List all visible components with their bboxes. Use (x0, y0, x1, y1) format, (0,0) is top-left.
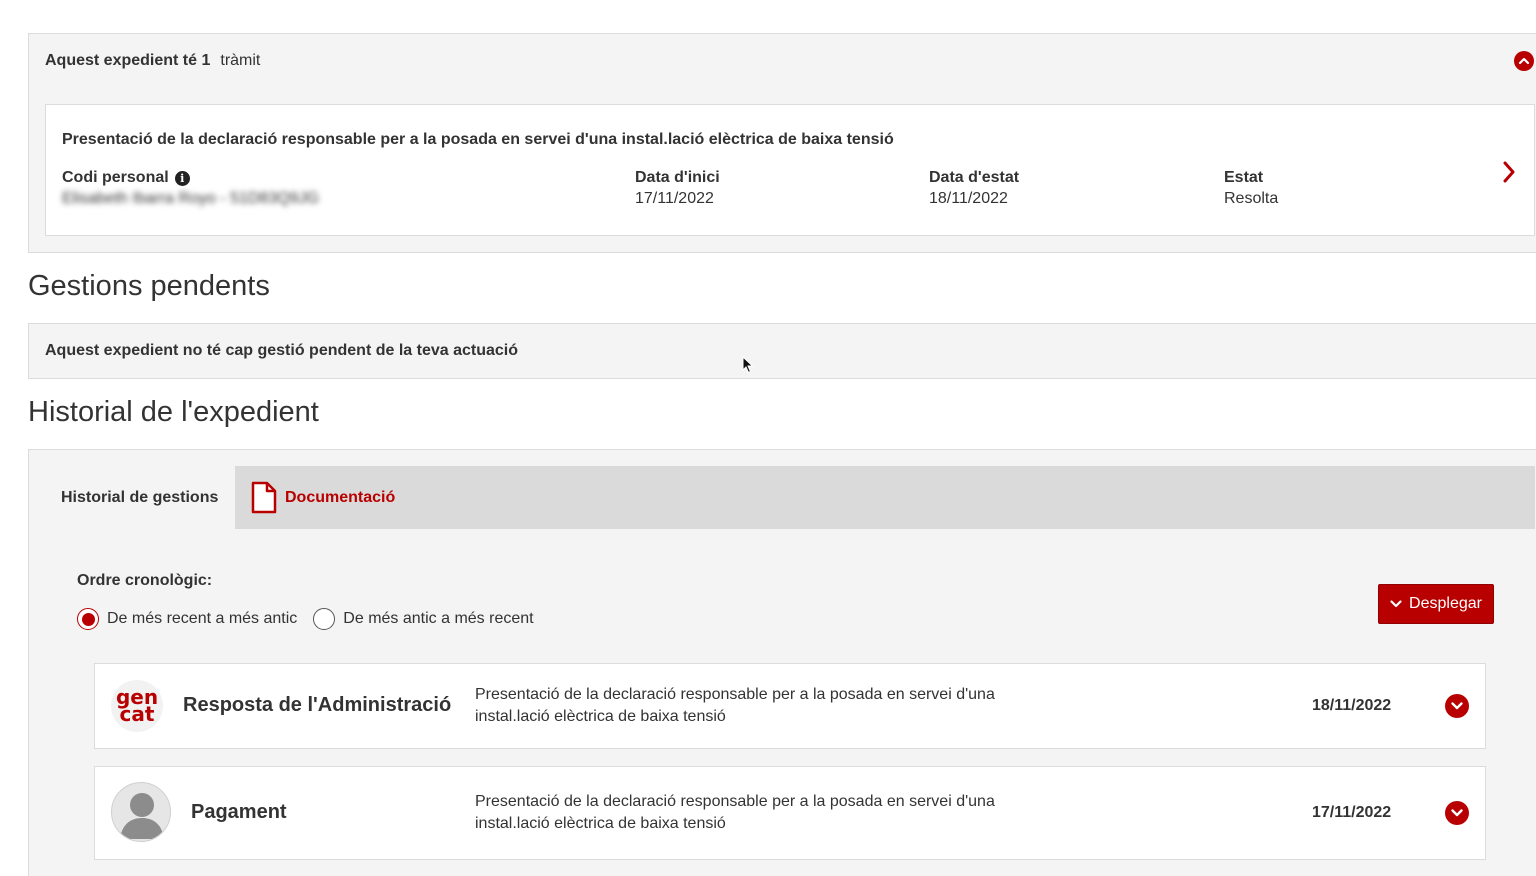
estat-value: Resolta (1224, 190, 1279, 207)
data-inici-label: Data d'inici (635, 169, 720, 186)
order-radio-group: De més recent a més antic De més antic a… (77, 608, 550, 630)
tab-documentacio[interactable]: Documentació (251, 466, 395, 529)
collapse-tramits-button[interactable] (1514, 51, 1534, 71)
historial-title: Historial de l'expedient (28, 396, 319, 428)
radio-oldest-first-control[interactable] (313, 608, 336, 630)
chevron-down-icon (1451, 809, 1463, 817)
tramit-card[interactable]: Presentació de la declaració responsable… (45, 104, 1535, 236)
historial-item-date: 17/11/2022 (1312, 804, 1392, 821)
historial-panel: Historial de gestions Documentació Ordre… (28, 449, 1536, 876)
data-inici-column: Data d'inici 17/11/2022 (635, 169, 720, 208)
gestions-pendents-panel: Aquest expedient no té cap gestió penden… (28, 323, 1536, 379)
radio-recent-first-control[interactable] (77, 608, 99, 630)
radio-oldest-first-label: De més antic a més recent (343, 610, 534, 627)
tab-historial-gestions[interactable]: Historial de gestions (45, 466, 235, 529)
tramits-heading: Aquest expedient té 1 tràmit (45, 52, 260, 70)
historial-tabbar: Historial de gestions Documentació (45, 466, 1535, 529)
codi-personal-label: Codi personal (62, 169, 169, 186)
chevron-down-icon (1390, 600, 1402, 608)
mouse-cursor-icon (742, 355, 754, 379)
historial-item-description: Presentació de la declaració responsable… (475, 686, 995, 725)
desplegar-button[interactable]: Desplegar (1378, 584, 1494, 624)
info-icon[interactable]: i (174, 170, 190, 186)
tramits-heading-rest: tràmit (220, 52, 261, 69)
data-estat-column: Data d'estat 18/11/2022 (929, 169, 1019, 208)
chevron-down-icon (1451, 702, 1463, 710)
expand-item-button[interactable] (1445, 694, 1469, 718)
desplegar-label: Desplegar (1409, 595, 1482, 612)
order-label: Ordre cronològic: (77, 572, 213, 589)
gencat-logo-bottom: cat (119, 702, 155, 726)
gestions-pendents-message: Aquest expedient no té cap gestió penden… (45, 342, 518, 359)
radio-recent-first-label: De més recent a més antic (107, 610, 298, 627)
codi-personal-column: Codi personal i Elisabeth Ibarra Royo - … (62, 169, 319, 208)
historial-item-description: Presentació de la declaració responsable… (475, 793, 995, 832)
document-icon (251, 481, 277, 514)
chevron-right-icon (1503, 161, 1515, 183)
user-avatar-icon (111, 782, 171, 842)
data-estat-value: 18/11/2022 (929, 190, 1008, 207)
historial-item[interactable]: Pagament Presentació de la declaració re… (94, 766, 1486, 860)
historial-item-title: Pagament (191, 801, 287, 823)
codi-personal-label-row: Codi personal i (62, 169, 319, 187)
tab-documentacio-label: Documentació (285, 488, 396, 506)
tramits-panel: Aquest expedient té 1 tràmit Presentació … (28, 33, 1536, 253)
tramit-title: Presentació de la declaració responsable… (62, 131, 894, 148)
estat-label: Estat (1224, 169, 1264, 186)
data-inici-value: 17/11/2022 (635, 190, 714, 207)
gencat-logo: gen cat (111, 680, 163, 732)
historial-item-date: 18/11/2022 (1312, 697, 1392, 714)
expand-item-button[interactable] (1445, 801, 1469, 825)
radio-recent-first[interactable]: De més recent a més antic (77, 608, 297, 630)
open-tramit-button[interactable] (1502, 161, 1516, 188)
chevron-up-icon (1518, 57, 1530, 65)
estat-column: Estat Resolta (1224, 169, 1278, 208)
historial-item-title: Resposta de l'Administració (183, 694, 452, 716)
codi-personal-value: Elisabeth Ibarra Royo - 51D83Q9JG (62, 190, 320, 207)
radio-oldest-first[interactable]: De més antic a més recent (313, 608, 534, 630)
tramits-heading-bold: Aquest expedient té 1 (45, 52, 211, 69)
gestions-pendents-title: Gestions pendents (28, 270, 270, 302)
data-estat-label: Data d'estat (929, 169, 1020, 186)
historial-item[interactable]: gen cat Resposta de l'Administració Pres… (94, 663, 1486, 749)
